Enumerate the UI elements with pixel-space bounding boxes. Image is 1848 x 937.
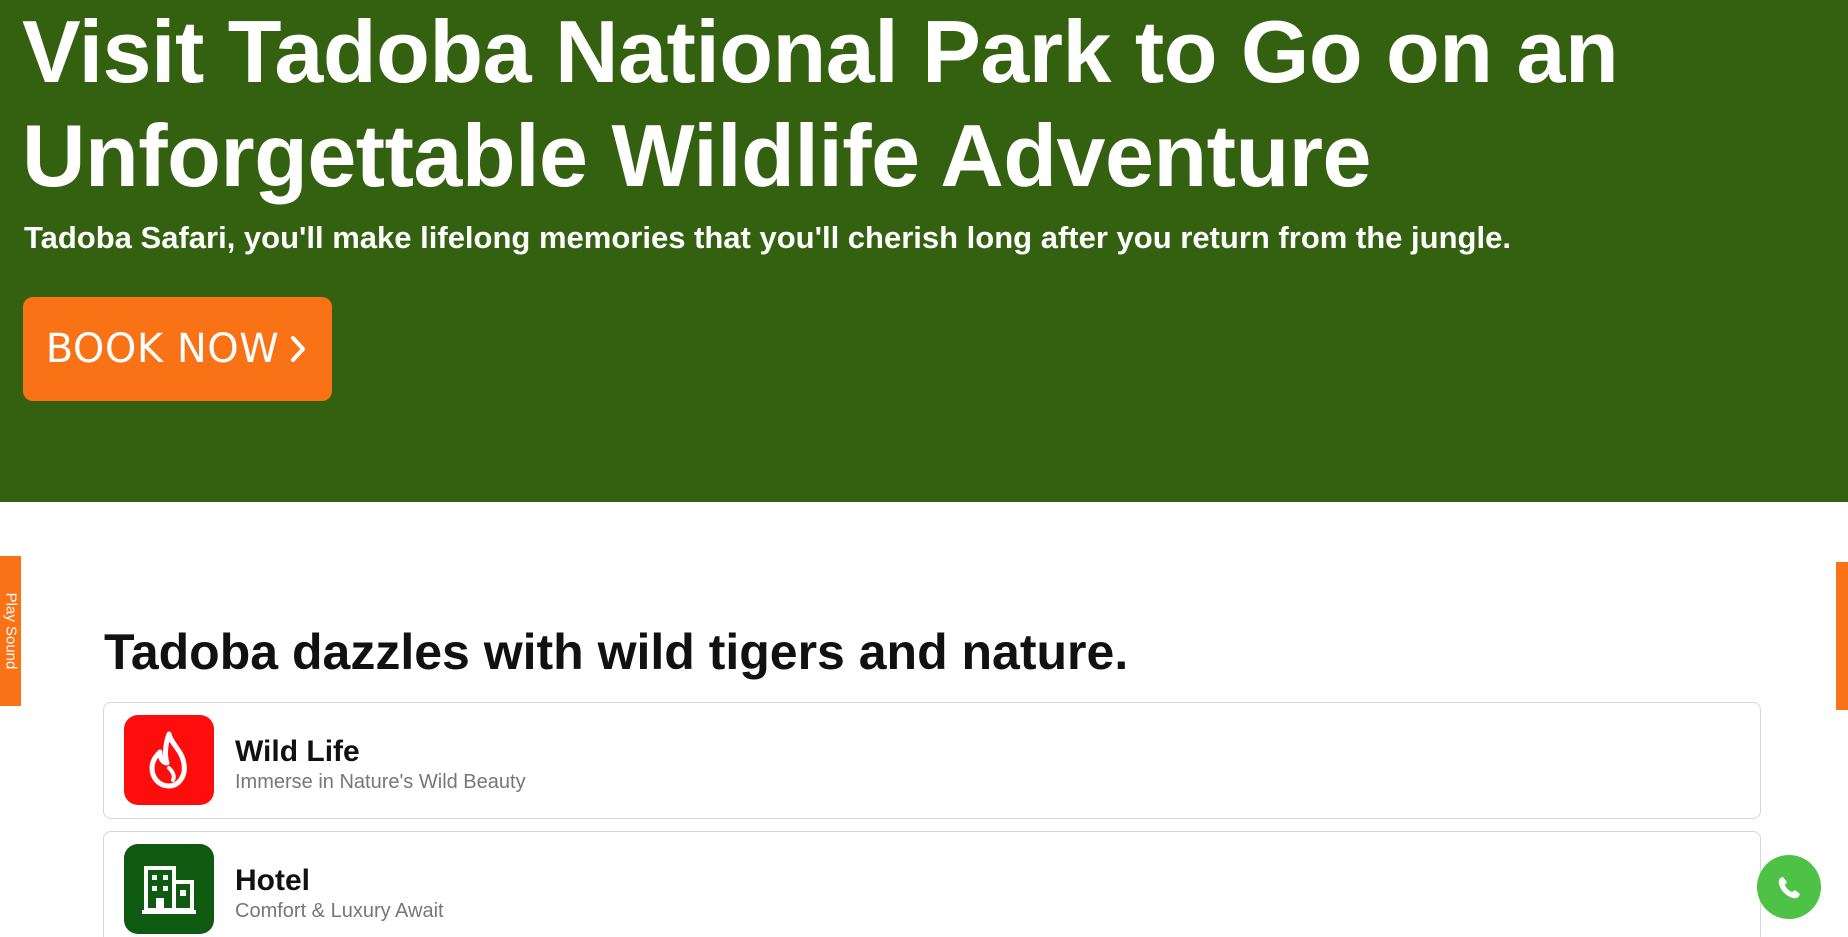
hotel-card[interactable]: Hotel Comfort & Luxury Await: [103, 831, 1761, 937]
wild-life-icon-box: [124, 715, 214, 805]
hotel-subtitle: Comfort & Luxury Await: [235, 900, 444, 922]
wild-life-card[interactable]: Wild Life Immerse in Nature's Wild Beaut…: [103, 702, 1761, 819]
hero-banner: Visit Tadoba National Park to Go on an U…: [0, 0, 1848, 502]
book-now-label: BOOK NOW: [45, 326, 280, 372]
building-icon: [142, 866, 196, 914]
flame-icon: [149, 731, 187, 789]
hero-title: Visit Tadoba National Park to Go on an U…: [22, 2, 1619, 205]
wild-life-subtitle: Immerse in Nature's Wild Beauty: [235, 771, 526, 793]
hotel-title: Hotel: [235, 864, 310, 897]
whatsapp-icon: [1778, 877, 1800, 899]
book-now-button[interactable]: BOOK NOW: [23, 297, 332, 401]
hero-subtitle: Tadoba Safari, you'll make lifelong memo…: [24, 220, 1511, 255]
page: Visit Tadoba National Park to Go on an U…: [0, 0, 1848, 937]
wild-life-title: Wild Life: [235, 735, 360, 768]
right-side-tab[interactable]: [1836, 562, 1848, 710]
chevron-right-icon: [291, 336, 306, 362]
whatsapp-button[interactable]: [1757, 855, 1821, 919]
section-title: Tadoba dazzles with wild tigers and natu…: [104, 624, 1129, 680]
play-sound-tab[interactable]: Play Sound: [0, 556, 21, 706]
play-sound-label: Play Sound: [2, 592, 19, 670]
hotel-icon-box: [124, 844, 214, 934]
